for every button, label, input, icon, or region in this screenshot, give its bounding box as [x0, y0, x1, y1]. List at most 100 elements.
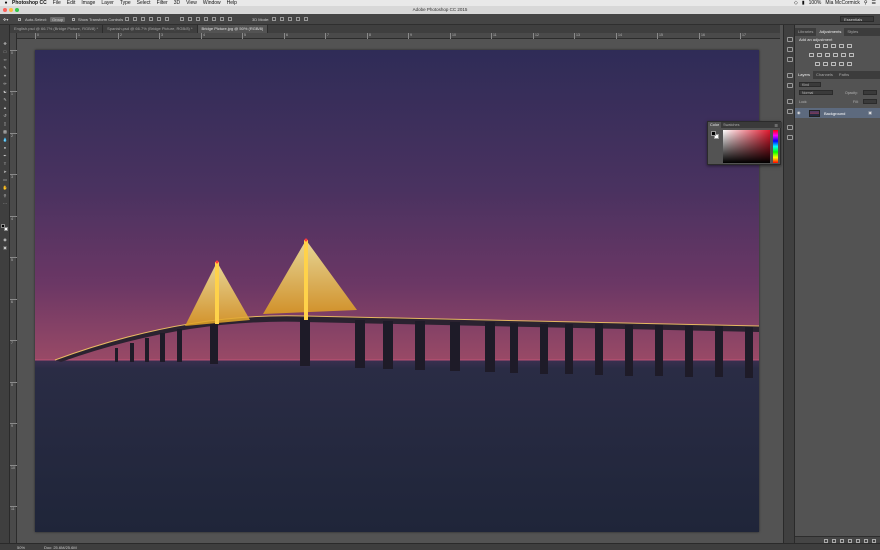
- tab-paths[interactable]: Paths: [836, 71, 852, 79]
- brightness-contrast-icon[interactable]: [815, 44, 820, 48]
- zoom-level[interactable]: 50%: [17, 545, 25, 550]
- document-canvas[interactable]: [35, 50, 759, 532]
- layer-kind-filter[interactable]: Kind: [799, 82, 821, 87]
- align-center-icon[interactable]: [157, 17, 161, 21]
- distribute-bottom-icon[interactable]: [196, 17, 200, 21]
- 3d-scale-icon[interactable]: [304, 17, 308, 21]
- tab-spanish[interactable]: Spanish.psd @ 66.7% (Bridge Picture, RGB…: [103, 25, 198, 33]
- healing-tool-icon[interactable]: ☯: [2, 89, 8, 94]
- distribute-left-icon[interactable]: [204, 17, 208, 21]
- paragraph-icon[interactable]: [787, 83, 793, 88]
- distribute-middle-icon[interactable]: [188, 17, 192, 21]
- exposure-icon[interactable]: [839, 44, 844, 48]
- new-layer-icon[interactable]: [864, 538, 868, 543]
- gradient-map-icon[interactable]: [847, 62, 852, 66]
- selective-color-icon[interactable]: [839, 62, 844, 66]
- tab-libraries[interactable]: Libraries: [795, 28, 816, 36]
- 3d-pan-icon[interactable]: [288, 17, 292, 21]
- fill-field[interactable]: [863, 99, 877, 104]
- hue-slider[interactable]: [773, 130, 778, 163]
- invert-icon[interactable]: [815, 62, 820, 66]
- levels-icon[interactable]: [823, 44, 828, 48]
- auto-select-dropdown[interactable]: Group: [50, 17, 66, 22]
- screen-mode-icon[interactable]: ▣: [2, 245, 8, 250]
- 3d-roll-icon[interactable]: [280, 17, 284, 21]
- properties-icon[interactable]: [787, 47, 793, 52]
- align-middle-icon[interactable]: [133, 17, 137, 21]
- zoom-tool-icon[interactable]: ⚲: [2, 193, 8, 198]
- type-tool-icon[interactable]: T: [2, 161, 8, 166]
- align-left-icon[interactable]: [149, 17, 153, 21]
- brush-tool-icon[interactable]: ✎: [2, 97, 8, 102]
- swatches-icon[interactable]: [787, 135, 793, 140]
- eraser-tool-icon[interactable]: ▯: [2, 121, 8, 126]
- hue-saturation-icon[interactable]: [809, 53, 814, 57]
- edit-toolbar-icon[interactable]: ⋯: [2, 201, 8, 206]
- distribute-right-icon[interactable]: [220, 17, 224, 21]
- color-balance-icon[interactable]: [817, 53, 822, 57]
- tab-color[interactable]: Color: [708, 122, 722, 128]
- opacity-field[interactable]: [863, 90, 877, 95]
- stamp-tool-icon[interactable]: ▲: [2, 105, 8, 110]
- history-icon[interactable]: [787, 37, 793, 42]
- pen-tool-icon[interactable]: ✒: [2, 153, 8, 158]
- new-group-icon[interactable]: [856, 538, 860, 543]
- shape-tool-icon[interactable]: ▭: [2, 177, 8, 182]
- info-icon[interactable]: [787, 57, 793, 62]
- color-lookup-icon[interactable]: [849, 53, 854, 57]
- visibility-eye-icon[interactable]: ◉: [797, 110, 801, 115]
- lasso-tool-icon[interactable]: ∞: [2, 57, 8, 62]
- color-picker-field[interactable]: [723, 130, 770, 163]
- tab-channels[interactable]: Channels: [813, 71, 836, 79]
- path-select-tool-icon[interactable]: ➤: [2, 169, 8, 174]
- 3d-slide-icon[interactable]: [296, 17, 300, 21]
- vertical-ruler[interactable]: 0 1 2 3 4 5 6 7 8 9 10 11: [10, 33, 17, 543]
- new-adjustment-icon[interactable]: [848, 538, 852, 543]
- link-layers-icon[interactable]: [824, 538, 828, 543]
- blur-tool-icon[interactable]: 💧: [2, 137, 8, 142]
- threshold-icon[interactable]: [831, 62, 836, 66]
- layer-name[interactable]: Background: [824, 111, 845, 116]
- crop-tool-icon[interactable]: ⌖: [2, 73, 8, 78]
- posterize-icon[interactable]: [823, 62, 828, 66]
- vibrance-icon[interactable]: [847, 44, 852, 48]
- add-mask-icon[interactable]: [840, 538, 844, 543]
- dodge-tool-icon[interactable]: ●: [2, 145, 8, 150]
- tab-swatches[interactable]: Swatches: [721, 122, 741, 128]
- workspace-dropdown[interactable]: Essentials: [840, 16, 874, 22]
- tab-styles[interactable]: Styles: [844, 28, 861, 36]
- trash-icon[interactable]: [872, 538, 876, 543]
- move-tool-icon[interactable]: ✥▾: [3, 17, 8, 22]
- eyedropper-tool-icon[interactable]: ✏: [2, 81, 8, 86]
- blend-mode-dropdown[interactable]: Normal: [799, 90, 833, 95]
- align-top-icon[interactable]: [125, 17, 129, 21]
- hand-tool-icon[interactable]: ✋: [2, 185, 8, 190]
- history-brush-tool-icon[interactable]: ↺: [2, 113, 8, 118]
- transform-checkbox[interactable]: [72, 17, 76, 22]
- layer-style-icon[interactable]: [832, 538, 836, 543]
- doc-size[interactable]: Doc: 25.6M/25.6M: [44, 545, 77, 550]
- photo-filter-icon[interactable]: [833, 53, 838, 57]
- distribute-top-icon[interactable]: [180, 17, 184, 21]
- color-swatches[interactable]: [1, 224, 9, 232]
- distribute-center-icon[interactable]: [212, 17, 216, 21]
- move-tool-icon[interactable]: ✥: [2, 41, 8, 46]
- channel-mixer-icon[interactable]: [841, 53, 846, 57]
- foreground-color-swatch[interactable]: [711, 131, 716, 136]
- quick-select-tool-icon[interactable]: ✎: [2, 65, 8, 70]
- curves-icon[interactable]: [831, 44, 836, 48]
- 3d-rotate-icon[interactable]: [272, 17, 276, 21]
- tab-layers[interactable]: Layers: [795, 71, 814, 79]
- align-right-icon[interactable]: [165, 17, 169, 21]
- panel-menu-icon[interactable]: ☰: [774, 123, 778, 128]
- tab-bridge-picture[interactable]: Bridge Picture.jpg @ 50% (RGB/8): [197, 25, 269, 33]
- clone-source-icon[interactable]: [787, 109, 793, 114]
- auto-select-checkbox[interactable]: [18, 17, 22, 22]
- quick-mask-icon[interactable]: ◉: [2, 237, 8, 242]
- marquee-tool-icon[interactable]: □: [2, 49, 8, 54]
- gradient-tool-icon[interactable]: ▩: [2, 129, 8, 134]
- align-bottom-icon[interactable]: [141, 17, 145, 21]
- lock-icon[interactable]: ▣: [868, 110, 872, 115]
- foreground-color-swatch[interactable]: [1, 224, 5, 228]
- black-white-icon[interactable]: [825, 53, 830, 57]
